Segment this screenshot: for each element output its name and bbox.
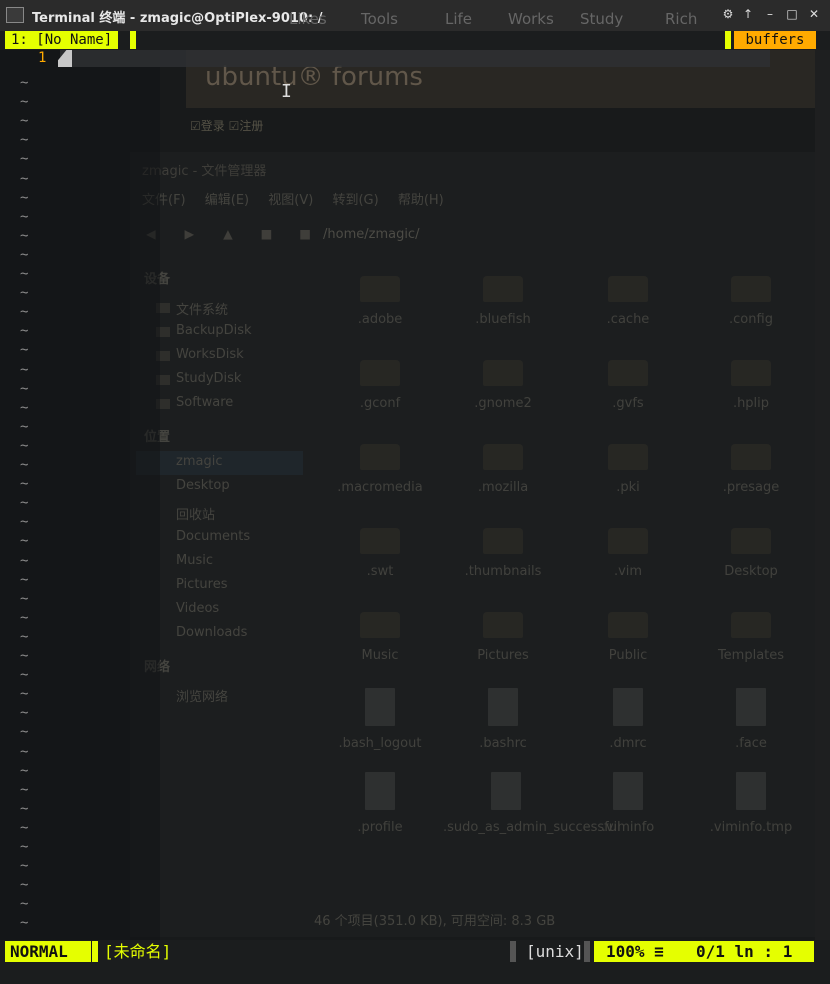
vim-tilde-line: ~ [20,227,29,244]
vim-tilde-line: ~ [20,399,29,416]
vim-tilde-line: ~ [20,667,29,684]
vim-tilde-line: ~ [20,839,29,855]
vim-tilde-line: ~ [20,323,29,340]
vim-tilde-line: ~ [20,75,29,91]
vim-tilde-line: ~ [20,571,29,588]
window-titlebar[interactable]: Terminal 终端 - zmagic@OptiPlex-9010: / Li… [0,0,830,31]
maximize-icon[interactable]: □ [784,6,800,22]
vim-tilde-line: ~ [20,781,29,798]
vim-tilde-line: ~ [20,762,29,779]
vim-tilde-line: ~ [20,609,29,626]
vim-tilde-line: ~ [20,819,29,836]
bg-bookmark: Tools [361,10,398,28]
bg-bookmark: Rich [665,10,698,28]
vim-tilde-line: ~ [20,858,29,875]
vim-tilde-line: ~ [20,896,29,913]
vim-cursorline [60,50,770,67]
vim-tilde-line: ~ [20,705,29,722]
vim-tilde-line: ~ [20,686,29,703]
vim-buffers-separator [725,31,731,49]
gear-icon[interactable]: ⚙ [720,6,736,22]
bg-bookmark: Life [445,10,473,28]
vim-tilde-line: ~ [20,514,29,531]
vim-tilde-line: ~ [20,533,29,550]
mouse-ibeam-icon: I [281,81,292,102]
vim-tilde-line: ~ [20,590,29,607]
vim-tilde-line: ~ [20,724,29,741]
vim-tilde-line: ~ [20,342,29,359]
vim-tilde-line: ~ [20,800,29,817]
vim-tilde-line: ~ [20,437,29,454]
vim-tilde-line: ~ [20,628,29,645]
keep-above-icon[interactable]: ↑ [740,6,756,22]
vim-mode: NORMAL [5,941,91,962]
vim-tilde-line: ~ [20,552,29,569]
vim-tilde-line: ~ [20,877,29,894]
vim-tilde-line: ~ [20,266,29,282]
vim-tilde-line: ~ [20,285,29,302]
terminal-icon [6,7,24,23]
vim-tilde-line: ~ [20,189,29,206]
vim-tilde-line: ~ [20,457,29,473]
vim-tabline [0,31,830,50]
vim-tilde-line: ~ [20,361,29,378]
window-title: Terminal 终端 - zmagic@OptiPlex-9010: / [32,11,323,26]
vim-tilde-line: ~ [20,495,29,512]
vim-tab-separator [130,31,136,49]
vim-tilde-line: ~ [20,132,29,149]
vim-fileformat: [unix] [526,942,584,961]
vim-tilde-line: ~ [20,915,29,932]
vim-tilde-line: ~ [20,246,29,263]
bg-bookmark: Works [508,10,554,28]
vim-mode-separator [92,941,98,962]
vim-tilde-line: ~ [20,743,29,760]
vim-status-separator [510,941,516,962]
vim-filename: [未命名] [104,942,172,961]
vim-line-info: 0/1 ln : 1 [696,942,793,961]
vim-percent: 100% ≡ [606,942,664,961]
vim-tilde-line: ~ [20,418,29,435]
vim-tilde-line: ~ [20,151,29,168]
bg-bookmark: Likes [289,10,327,28]
vim-tilde-line: ~ [20,476,29,493]
vim-tilde-line: ~ [20,170,29,187]
bg-bookmark: Study [580,10,624,28]
vim-tilde-line: ~ [20,208,29,225]
vim-tilde-line: ~ [20,648,29,664]
vim-tab-active[interactable]: 1: [No Name] [5,31,119,49]
vim-buffers-label: buffers [734,31,816,49]
vim-tilde-line: ~ [20,380,29,397]
vim-tilde-line: ~ [20,304,29,321]
minimize-icon[interactable]: – [762,6,778,22]
terminal-scrollbar[interactable] [815,50,830,940]
vim-tilde-line: ~ [20,94,29,111]
vim-line-number: 1 [38,50,47,66]
vim-status-separator [584,941,590,962]
close-icon[interactable]: ✕ [806,6,822,22]
vim-tilde-line: ~ [20,113,29,130]
